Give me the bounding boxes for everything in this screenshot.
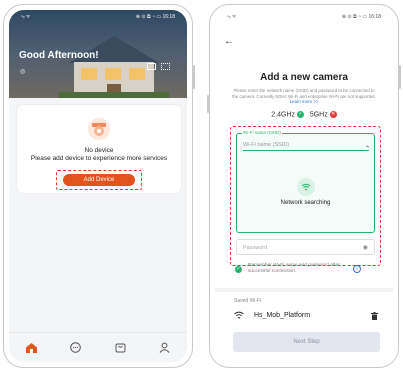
tab-home[interactable] bbox=[23, 340, 39, 356]
instructions: Please enter the network name (SSID) and… bbox=[232, 88, 376, 105]
checkbox-checked-icon[interactable]: ✓ bbox=[235, 266, 242, 273]
location-icon[interactable]: ◎ bbox=[20, 68, 25, 75]
wifi-name-field[interactable]: Wi-Fi name (SSID) bbox=[243, 142, 369, 151]
signal-indicator: ⁿᵢₗ ᯤ bbox=[21, 14, 31, 20]
greeting-text: Good Afternoon! bbox=[19, 50, 99, 61]
searching-text: Network searching bbox=[280, 200, 331, 206]
tab-profile[interactable] bbox=[157, 340, 173, 356]
instructions-text: Please enter the network name (SSID) and… bbox=[232, 88, 376, 99]
signal-indicator: ⁿᵢₗ ᯤ bbox=[227, 14, 237, 20]
add-device-button[interactable]: Add Device bbox=[63, 174, 135, 186]
profile-icon bbox=[159, 342, 170, 353]
saved-ssid: Hs_Mob_Platform bbox=[254, 312, 311, 319]
password-field[interactable]: Password ◉ bbox=[236, 239, 375, 255]
shop-icon bbox=[115, 343, 126, 353]
empty-device-card: No device Please add device to experienc… bbox=[17, 105, 181, 193]
no-device-subtitle: Please add device to experience more ser… bbox=[30, 155, 168, 162]
tab-store[interactable] bbox=[112, 340, 128, 356]
right-phone-frame: ⁿᵢₗ ᯤ ⊕ ⊙ ⧉ ◔ ▭ 16:18 ← Add a new camera… bbox=[207, 4, 401, 368]
scene-icon[interactable] bbox=[147, 63, 156, 70]
saved-wifi-label: Saved Wi-Fi bbox=[234, 298, 262, 304]
grid-icon[interactable] bbox=[161, 63, 170, 70]
side-button bbox=[193, 65, 195, 89]
highlight-frame: Wi-Fi name (SSID) Wi-Fi name (SSID) ⌃ Ne… bbox=[230, 126, 381, 266]
wifi-icon bbox=[234, 311, 244, 319]
eye-icon[interactable]: ◉ bbox=[363, 244, 368, 251]
next-step-button[interactable]: Next Step bbox=[233, 332, 380, 352]
highlight-frame: Add Device bbox=[56, 170, 142, 190]
status-icons: ⊕ ⊙ ⧉ ◔ ▭ 16:18 bbox=[341, 14, 381, 20]
back-arrow-icon[interactable]: ← bbox=[224, 36, 234, 47]
status-bar: ⁿᵢₗ ᯤ ⊕ ⊙ ⧉ ◔ ▭ 16:18 bbox=[215, 10, 393, 24]
home-icon bbox=[25, 342, 37, 353]
home-screen: ⁿᵢₗ ᯤ ⊕ ⊙ ⧉ ◔ ▭ 16:18 Good Afternoon! ◎ … bbox=[9, 10, 187, 362]
status-icons: ⊕ ⊙ ⧉ ◔ ▭ 16:18 bbox=[135, 14, 175, 20]
section-divider bbox=[215, 288, 393, 292]
camera-illustration-icon bbox=[88, 118, 110, 140]
info-icon[interactable]: i bbox=[353, 265, 361, 273]
side-button bbox=[399, 65, 401, 89]
chevron-up-icon[interactable]: ⌃ bbox=[365, 145, 370, 152]
hero-banner: ⁿᵢₗ ᯤ ⊕ ⊙ ⧉ ◔ ▭ 16:18 Good Afternoon! ◎ bbox=[9, 10, 187, 98]
chat-icon bbox=[70, 342, 82, 353]
cross-icon: ✕ bbox=[329, 111, 337, 118]
no-device-title: No device bbox=[84, 147, 114, 154]
wifi-search-icon bbox=[297, 178, 315, 196]
tab-messages[interactable] bbox=[68, 340, 84, 356]
left-phone-frame: ⁿᵢₗ ᯤ ⊕ ⊙ ⧉ ◔ ▭ 16:18 Good Afternoon! ◎ … bbox=[3, 4, 195, 368]
band-support: 2.4GHz ✓ 5GHz ✕ bbox=[215, 111, 393, 118]
band-24-label: 2.4GHz bbox=[271, 111, 296, 119]
bottom-tab-bar bbox=[9, 332, 187, 362]
status-bar: ⁿᵢₗ ᯤ ⊕ ⊙ ⧉ ◔ ▭ 16:18 bbox=[9, 10, 187, 24]
side-button bbox=[207, 95, 209, 113]
wifi-field-legend: Wi-Fi name (SSID) bbox=[242, 130, 282, 135]
remember-text: Remember Wi-Fi name and password after s… bbox=[248, 263, 340, 274]
learn-more-link[interactable]: Learn more >> bbox=[290, 99, 319, 104]
wifi-select-panel[interactable]: Wi-Fi name (SSID) Wi-Fi name (SSID) ⌃ Ne… bbox=[236, 130, 375, 233]
check-icon: ✓ bbox=[296, 111, 304, 118]
page-title: Add a new camera bbox=[260, 72, 348, 83]
saved-wifi-row[interactable]: Hs_Mob_Platform bbox=[234, 308, 384, 324]
add-camera-screen: ⁿᵢₗ ᯤ ⊕ ⊙ ⧉ ◔ ▭ 16:18 ← Add a new camera… bbox=[215, 10, 393, 362]
password-placeholder: Password bbox=[243, 245, 268, 251]
band-5-label: 5GHz bbox=[309, 111, 328, 119]
trash-icon[interactable] bbox=[371, 312, 378, 320]
